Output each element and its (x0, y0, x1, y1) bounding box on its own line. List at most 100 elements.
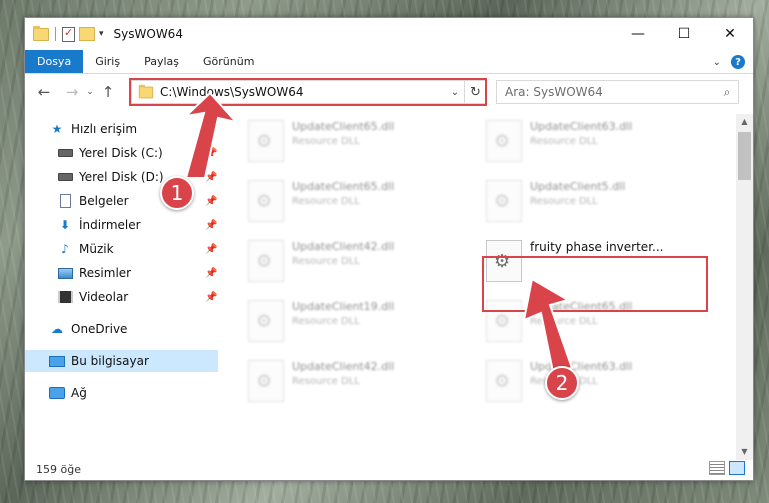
back-button[interactable]: ← (33, 81, 55, 103)
file-name: UpdateClient42.dll (292, 360, 395, 373)
file-list: UpdateClient65.dll Resource DLL UpdateCli… (218, 114, 735, 460)
minimize-button[interactable]: — (615, 18, 661, 50)
file-type: Resource DLL (292, 256, 360, 267)
item-count: 159 öğe (36, 462, 81, 476)
address-bar[interactable]: C:\Windows\SysWOW64 ⌄ ↻ (131, 80, 487, 104)
file-name: UpdateClient5.dll (530, 180, 626, 193)
dll-file-icon (486, 360, 522, 402)
pin-icon: 📌 (205, 267, 218, 279)
toolbar-divider (55, 27, 56, 41)
sidebar-item-label: Yerel Disk (C:) (79, 146, 163, 160)
sidebar-item-quick-access[interactable]: ★ Hızlı erişim (25, 118, 218, 140)
cloud-icon: ☁ (51, 322, 63, 336)
tab-gorunum[interactable]: Görünüm (191, 50, 266, 73)
pictures-icon (57, 266, 73, 280)
sidebar-item-label: Hızlı erişim (71, 122, 138, 136)
search-box[interactable]: Ara: SysWOW64 ⌕ (496, 80, 739, 104)
large-icons-view-icon[interactable] (729, 461, 745, 475)
file-item[interactable]: UpdateClient65.dll Resource DLL (248, 116, 463, 168)
search-input[interactable]: Ara: SysWOW64 (505, 85, 716, 99)
file-item[interactable]: UpdateClient65.dll Resource DLL (486, 296, 701, 348)
up-button[interactable]: ↑ (97, 81, 119, 103)
music-icon: ♪ (61, 242, 69, 256)
dll-file-icon (486, 180, 522, 222)
sidebar-item-label: İndirmeler (79, 218, 141, 232)
expand-ribbon-chevron-icon[interactable]: ⌄ (713, 57, 721, 68)
pin-icon: 📌 (205, 147, 218, 159)
file-name: UpdateClient65.dll (530, 300, 633, 313)
navigation-bar: ← → ⌄ ↑ C:\Windows\SysWOW64 ⌄ ↻ Ara: Sys… (25, 75, 753, 109)
sidebar-item-music[interactable]: ♪ Müzik 📌 (25, 238, 218, 260)
file-item[interactable]: UpdateClient5.dll Resource DLL (486, 176, 701, 228)
tab-giris[interactable]: Giriş (83, 50, 132, 73)
forward-button[interactable]: → (61, 81, 83, 103)
sidebar-item-onedrive[interactable]: ☁ OneDrive (25, 318, 218, 340)
scrollbar-thumb[interactable] (738, 132, 751, 180)
file-item[interactable]: UpdateClient63.dllResource DLL (486, 116, 701, 168)
maximize-button[interactable]: ☐ (661, 18, 707, 50)
step-1-badge: 1 (160, 176, 194, 210)
view-toggle (709, 461, 745, 475)
pin-icon: 📌 (205, 219, 218, 231)
file-type: Resource DLL (530, 196, 598, 207)
network-icon (49, 386, 65, 400)
sidebar-item-local-disk-c[interactable]: Yerel Disk (C:) 📌 (25, 142, 218, 164)
documents-icon (57, 194, 73, 208)
window-title: SysWOW64 (113, 27, 183, 41)
dll-file-icon (486, 300, 522, 342)
tab-paylas[interactable]: Paylaş (132, 50, 191, 73)
sidebar-item-label: OneDrive (71, 322, 128, 336)
pin-icon: 📌 (205, 195, 218, 207)
details-view-icon[interactable] (709, 461, 725, 475)
window-controls: — ☐ ✕ (615, 18, 753, 50)
dll-file-icon (486, 240, 522, 282)
file-type: Resource DLL (292, 136, 360, 147)
file-name: fruity phase inverter... (530, 240, 664, 254)
sidebar-item-this-pc[interactable]: Bu bilgisayar (25, 350, 218, 372)
pin-icon: 📌 (205, 171, 218, 183)
address-history-chevron-icon[interactable]: ⌄ (446, 87, 464, 98)
step-2-badge: 2 (545, 366, 579, 400)
file-item[interactable]: UpdateClient19.dll Resource DLL (248, 296, 463, 348)
vertical-scrollbar[interactable]: ▲ ▼ (736, 114, 753, 460)
close-button[interactable]: ✕ (707, 18, 753, 50)
properties-icon[interactable] (62, 26, 75, 42)
dll-file-icon (248, 120, 284, 162)
file-item[interactable]: UpdateClient65.dll Resource DLL (248, 176, 463, 228)
quick-access-toolbar: ▾ (33, 25, 104, 42)
computer-icon (49, 354, 65, 368)
dll-file-icon (248, 360, 284, 402)
file-name: UpdateClient65.dll (292, 180, 395, 193)
dll-file-icon (486, 120, 522, 162)
help-icon[interactable]: ? (731, 55, 745, 69)
star-icon: ★ (51, 122, 63, 136)
file-name: UpdateClient42.dll (292, 240, 395, 253)
sidebar-item-videos[interactable]: Videolar 📌 (25, 286, 218, 308)
file-item[interactable]: UpdateClient42.dll Resource DLL (248, 236, 463, 288)
videos-icon (57, 290, 73, 304)
dll-file-icon (248, 180, 284, 222)
address-text[interactable]: C:\Windows\SysWOW64 (160, 85, 446, 99)
sidebar-item-downloads[interactable]: ⬇ İndirmeler 📌 (25, 214, 218, 236)
file-item-fruity-phase-inverter[interactable]: fruity phase inverter... (486, 236, 701, 288)
customize-toolbar-chevron-icon[interactable]: ▾ (99, 29, 104, 39)
sidebar-item-pictures[interactable]: Resimler 📌 (25, 262, 218, 284)
file-type: Resource DLL (292, 376, 360, 387)
refresh-icon[interactable]: ↻ (464, 81, 486, 103)
sidebar-item-network[interactable]: Ağ (25, 382, 218, 404)
search-icon[interactable]: ⌕ (716, 85, 738, 100)
tab-dosya[interactable]: Dosya (25, 50, 84, 73)
file-explorer-window: ▾ SysWOW64 — ☐ ✕ Dosya Giriş Paylaş Görü… (24, 17, 754, 481)
ribbon-tabs: Dosya Giriş Paylaş Görünüm ⌄ ? (25, 50, 753, 74)
folder-icon (33, 25, 49, 41)
file-name: UpdateClient65.dll (292, 120, 395, 133)
downloads-icon: ⬇ (59, 218, 71, 232)
title-bar: ▾ SysWOW64 — ☐ ✕ (25, 18, 753, 50)
file-item[interactable]: UpdateClient42.dll Resource DLL (248, 356, 463, 408)
new-folder-icon[interactable] (79, 27, 95, 41)
scroll-up-icon[interactable]: ▲ (736, 114, 753, 130)
file-item[interactable]: UpdateClient63.dllResource DLL (486, 356, 701, 408)
drive-icon (57, 146, 73, 160)
recent-locations-chevron-icon[interactable]: ⌄ (83, 81, 97, 103)
folder-icon (138, 84, 154, 98)
